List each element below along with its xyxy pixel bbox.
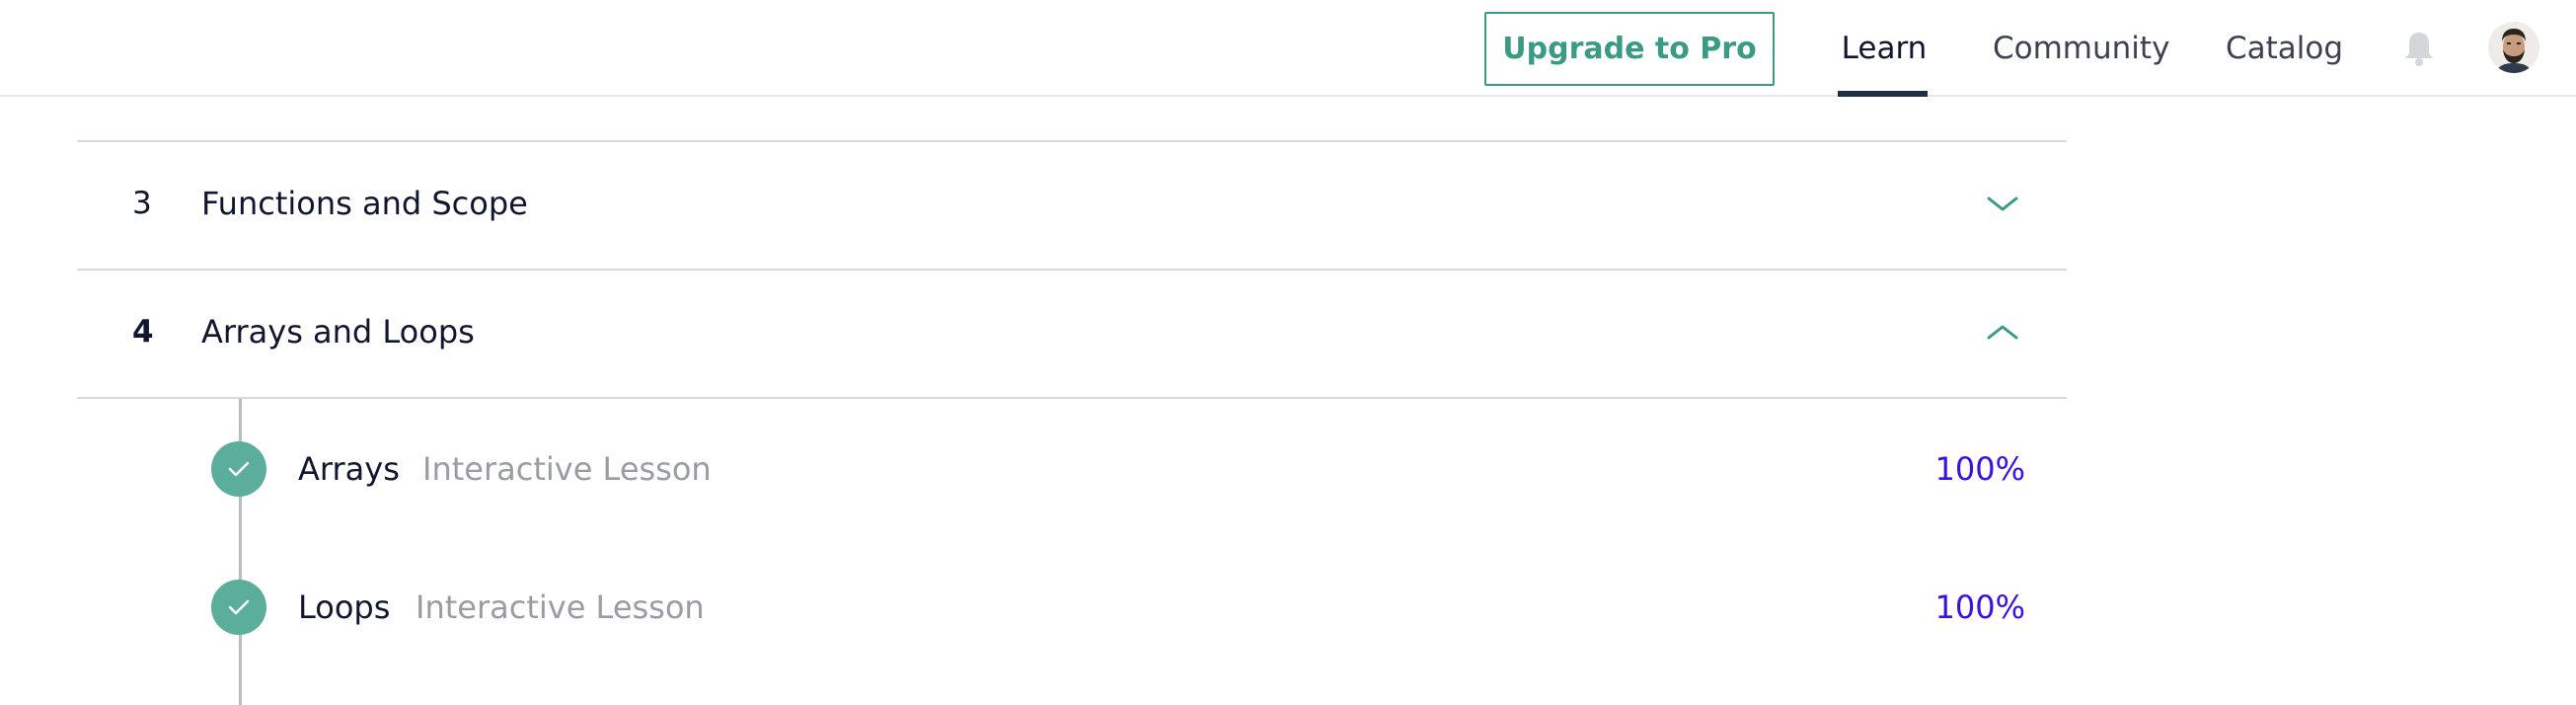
module-row-functions-and-scope[interactable]: 3 Functions and Scope xyxy=(77,140,2067,267)
completed-check-icon xyxy=(211,441,266,497)
chevron-up-icon[interactable] xyxy=(1986,318,2019,346)
completed-check-icon xyxy=(211,580,266,635)
module-title: Functions and Scope xyxy=(201,185,528,222)
module-number: 4 xyxy=(132,314,154,350)
nav-link-learn[interactable]: Learn xyxy=(1840,0,1929,97)
lesson-title: Arrays xyxy=(298,450,400,488)
nav-link-catalog[interactable]: Catalog xyxy=(2226,0,2343,97)
lesson-progress: 100% xyxy=(1934,450,2025,488)
nav-link-community[interactable]: Community xyxy=(1993,0,2169,97)
lesson-item-arrays[interactable]: Arrays Interactive Lesson 100% xyxy=(209,428,2025,507)
module-title: Arrays and Loops xyxy=(201,313,475,351)
module-row-arrays-and-loops[interactable]: 4 Arrays and Loops xyxy=(77,269,2067,399)
lesson-item-loops[interactable]: Loops Interactive Lesson 100% xyxy=(209,566,2025,645)
upgrade-to-pro-button[interactable]: Upgrade to Pro xyxy=(1484,12,1775,86)
user-avatar[interactable] xyxy=(2488,22,2539,73)
notifications-bell-icon[interactable] xyxy=(2402,30,2436,67)
lesson-progress: 100% xyxy=(1934,588,2025,626)
lesson-type: Interactive Lesson xyxy=(416,588,705,626)
chevron-down-icon[interactable] xyxy=(1986,190,2019,217)
lesson-title: Loops xyxy=(298,588,391,626)
active-nav-indicator xyxy=(1838,91,1928,97)
module-number: 3 xyxy=(132,186,152,221)
top-nav: Upgrade to Pro Learn Community Catalog xyxy=(0,0,2576,97)
lesson-type: Interactive Lesson xyxy=(422,450,712,488)
